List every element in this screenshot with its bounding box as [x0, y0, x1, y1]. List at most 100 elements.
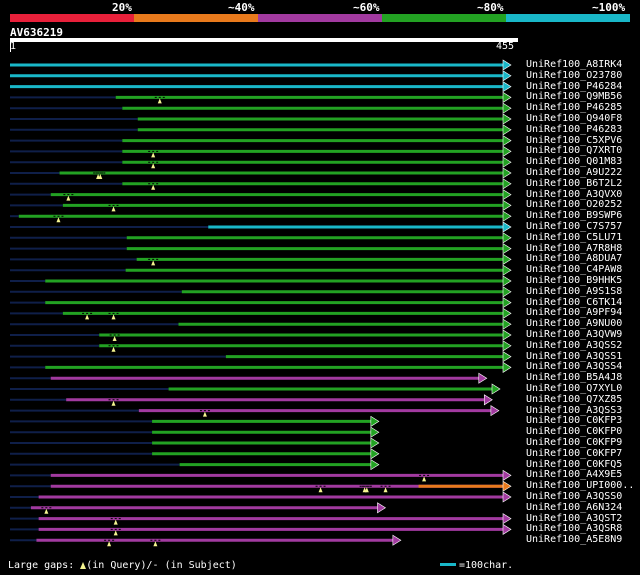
hit-label[interactable]: UniRef100_B9HHK5: [526, 275, 622, 286]
hit-label[interactable]: UniRef100_A6N324: [526, 502, 622, 513]
query-gap-marker: [383, 487, 388, 493]
hit-label[interactable]: UniRef100_C0KFP3: [526, 415, 622, 426]
query-gap-marker: [157, 98, 162, 104]
hit-arrowhead: [502, 199, 512, 211]
legend-gaps-query: (in Query)/: [86, 560, 153, 571]
query-gap-marker: [202, 411, 207, 417]
hit-label[interactable]: UniRef100_Q7XRT0: [526, 145, 622, 156]
hit-arrowhead: [377, 502, 387, 514]
hit-label[interactable]: UniRef100_C5LU71: [526, 232, 622, 243]
hit-arrowhead: [502, 297, 512, 309]
hit-label[interactable]: UniRef100_UPI000..: [526, 480, 634, 491]
hit-label[interactable]: UniRef100_Q01M83: [526, 156, 622, 167]
hit-label[interactable]: UniRef100_A3QSS3: [526, 405, 622, 416]
hit-label[interactable]: UniRef100_A8IRK4: [526, 59, 622, 70]
hit-label[interactable]: UniRef100_A3QSR8: [526, 523, 622, 534]
hit-label[interactable]: UniRef100_Q940F8: [526, 113, 622, 124]
hit-arrowhead: [502, 167, 512, 179]
hit-label[interactable]: UniRef100_A3QSS2: [526, 340, 622, 351]
hit-label[interactable]: UniRef100_B9SWP6: [526, 210, 622, 221]
legend-gaps-subject: (in Subject): [164, 560, 237, 571]
hit-label[interactable]: UniRef100_B5A4J8: [526, 372, 622, 383]
hit-label[interactable]: UniRef100_A3QST2: [526, 513, 622, 524]
query-gap-marker: [111, 206, 116, 212]
hit-arrowhead: [502, 523, 512, 535]
hit-arrowhead: [502, 124, 512, 136]
hit-label[interactable]: UniRef100_Q7XZ85: [526, 394, 622, 405]
hit-label[interactable]: UniRef100_A8DUA7: [526, 253, 622, 264]
hit-arrowhead: [392, 534, 402, 546]
hit-arrowhead: [502, 156, 512, 168]
hit-label[interactable]: UniRef100_P46283: [526, 124, 622, 135]
hit-arrowhead: [502, 113, 512, 125]
length-scale-text: =100char.: [459, 560, 514, 571]
hit-arrowhead: [502, 243, 512, 255]
hit-label[interactable]: UniRef100_C7S757: [526, 221, 622, 232]
hit-arrowhead: [502, 253, 512, 265]
hit-label[interactable]: UniRef100_C4PAW8: [526, 264, 622, 275]
hit-arrowhead: [502, 318, 512, 330]
hit-label[interactable]: UniRef100_A3QSS1: [526, 351, 622, 362]
hit-label[interactable]: UniRef100_A3QSS4: [526, 361, 622, 372]
hit-label[interactable]: UniRef100_P46284: [526, 81, 622, 92]
hit-arrowhead: [502, 361, 512, 373]
length-scale-bar: [440, 563, 456, 566]
hit-label[interactable]: UniRef100_A9U222: [526, 167, 622, 178]
hit-arrowhead: [370, 459, 380, 471]
hit-label[interactable]: UniRef100_O23780: [526, 70, 622, 81]
query-gap-marker: [151, 260, 156, 266]
query-gap-marker: [44, 508, 49, 514]
query-gap-marker: [153, 541, 158, 547]
hit-arrowhead: [370, 448, 380, 460]
hit-arrowhead: [502, 81, 512, 93]
hit-arrowhead: [502, 480, 512, 492]
hit-label[interactable]: UniRef100_A3QVW9: [526, 329, 622, 340]
hit-label[interactable]: UniRef100_A9NU00: [526, 318, 622, 329]
hit-label[interactable]: UniRef100_Q9MB56: [526, 91, 622, 102]
hit-label[interactable]: UniRef100_A9S1S8: [526, 286, 622, 297]
hit-arrowhead: [502, 340, 512, 352]
hit-arrowhead: [502, 91, 512, 103]
hit-label[interactable]: UniRef100_Q7XYL0: [526, 383, 622, 394]
gap-legend: Large gaps: (in Query)/- (in Subject): [8, 560, 237, 571]
hit-arrowhead: [502, 275, 512, 287]
query-gap-marker: [113, 530, 118, 536]
hit-label[interactable]: UniRef100_C0KFP7: [526, 448, 622, 459]
hit-label[interactable]: UniRef100_C0KFP9: [526, 437, 622, 448]
hit-arrowhead: [502, 329, 512, 341]
hit-label[interactable]: UniRef100_C5XPV6: [526, 135, 622, 146]
hit-arrowhead: [483, 394, 493, 406]
hit-arrowhead: [370, 415, 380, 427]
hit-arrowhead: [502, 135, 512, 147]
hit-label[interactable]: UniRef100_A3QVX0: [526, 189, 622, 200]
hit-label[interactable]: UniRef100_C0KFP0: [526, 426, 622, 437]
hit-label[interactable]: UniRef100_A9PF94: [526, 307, 622, 318]
hit-label[interactable]: UniRef100_P46285: [526, 102, 622, 113]
legend-gaps-prefix: Large gaps:: [8, 560, 75, 571]
hit-label[interactable]: UniRef100_C0KFQ5: [526, 459, 622, 470]
hit-label[interactable]: UniRef100_A7R8H8: [526, 243, 622, 254]
query-gap-marker: [113, 519, 118, 525]
hit-arrowhead: [502, 469, 512, 481]
hit-arrowhead: [502, 189, 512, 201]
hit-label[interactable]: UniRef100_A3QSS0: [526, 491, 622, 502]
hit-label[interactable]: UniRef100_A5E8N9: [526, 534, 622, 545]
hit-arrowhead: [502, 221, 512, 233]
hit-arrowhead: [502, 178, 512, 190]
query-gap-marker: [111, 346, 116, 352]
hit-arrowhead: [502, 264, 512, 276]
length-scale-legend: =100char.: [440, 560, 513, 571]
hit-arrowhead: [370, 437, 380, 449]
hit-label[interactable]: UniRef100_O20252: [526, 199, 622, 210]
hit-label[interactable]: UniRef100_B6T2L2: [526, 178, 622, 189]
hit-label[interactable]: UniRef100_A4X9E5: [526, 469, 622, 480]
hit-label[interactable]: UniRef100_C6TK14: [526, 297, 622, 308]
hit-arrowhead: [502, 307, 512, 319]
hit-arrowhead: [502, 286, 512, 298]
hit-arrowhead: [491, 383, 501, 395]
query-gap-marker: [318, 487, 323, 493]
hit-arrowhead: [502, 232, 512, 244]
query-gap-marker: [107, 541, 112, 547]
query-gap-marker: [151, 184, 156, 190]
hit-arrowhead: [502, 59, 512, 71]
